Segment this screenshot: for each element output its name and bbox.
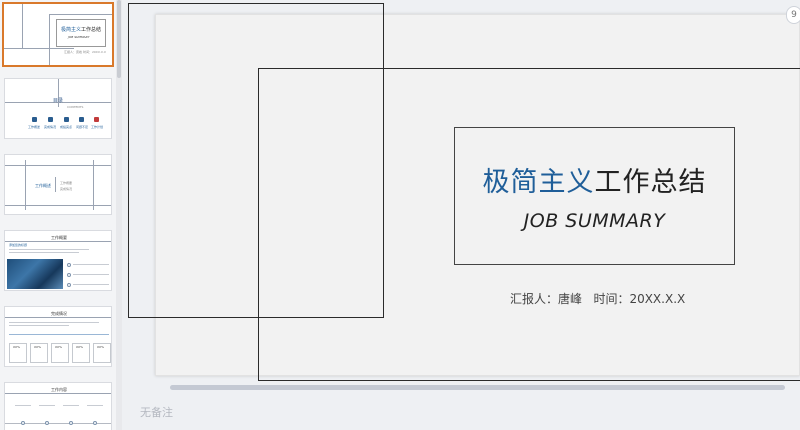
slide-subtitle[interactable]: JOB SUMMARY <box>454 210 735 232</box>
slide-thumbnail-panel: 极简主义工作总结 JOB SUMMARY 汇报人：唐峰 时间：20XX.X.X … <box>0 0 122 430</box>
slide-thumbnail-6[interactable]: 工作内容 <box>4 382 112 430</box>
slide-title-dark: 工作总结 <box>594 167 707 198</box>
thumb2-item: 完成情况 <box>44 125 57 129</box>
thumb5-percent: XX% <box>34 345 41 349</box>
slide-thumbnail-5[interactable]: 完成情况 XX% XX% XX% XX% XX% <box>4 306 112 367</box>
horizontal-scrollbar[interactable] <box>170 385 785 390</box>
thumb2-title: 目录 <box>53 98 64 104</box>
thumbnail-scrollbar-thumb[interactable] <box>117 0 121 78</box>
notes-placeholder[interactable]: 无备注 <box>140 404 173 420</box>
thumb5-percent: XX% <box>13 345 20 349</box>
thumb5-percent: XX% <box>97 345 104 349</box>
thumb1-subtitle: JOB SUMMARY <box>68 35 90 39</box>
slide-thumbnail-4[interactable]: 工作概要 添加您的标题 <box>4 230 112 291</box>
slide-thumbnail-3[interactable]: 工作概述 工作概要 完成情况 <box>4 154 112 215</box>
thumb2-item: 成绩亮点 <box>60 125 73 129</box>
slide-thumbnail-1[interactable]: 极简主义工作总结 JOB SUMMARY 汇报人：唐峰 时间：20XX.X.X <box>2 2 114 67</box>
thumb5-percent: XX% <box>55 345 62 349</box>
thumb5-percent: XX% <box>76 345 83 349</box>
slide-title-blue: 极简主义 <box>482 167 595 198</box>
thumb4-heading: 添加您的标题 <box>9 243 28 247</box>
thumb1-title: 极简主义工作总结 <box>61 27 102 33</box>
corner-badge[interactable]: 9 <box>786 6 800 24</box>
thumb2-item: 工作概述 <box>28 125 41 129</box>
thumb3-label: 工作概要 <box>60 181 73 185</box>
thumb3-label: 工作概述 <box>35 183 51 188</box>
slide-title[interactable]: 极简主义工作总结 <box>454 160 735 199</box>
thumb2-subtitle: CONTENTS <box>67 105 84 109</box>
slide-reporter-info[interactable]: 汇报人：唐峰 时间：20XX.X.X <box>510 290 685 307</box>
thumb4-photo <box>7 259 63 289</box>
thumb1-info: 汇报人：唐峰 时间：20XX.X.X <box>64 50 106 54</box>
slide-thumbnail-2[interactable]: 目录 CONTENTS 工作概述 完成情况 成绩亮点 问题不足 工作计划 <box>4 78 112 139</box>
thumb2-item: 工作计划 <box>91 125 104 129</box>
thumb2-item: 问题不足 <box>76 125 89 129</box>
thumb3-label: 完成情况 <box>60 187 73 191</box>
